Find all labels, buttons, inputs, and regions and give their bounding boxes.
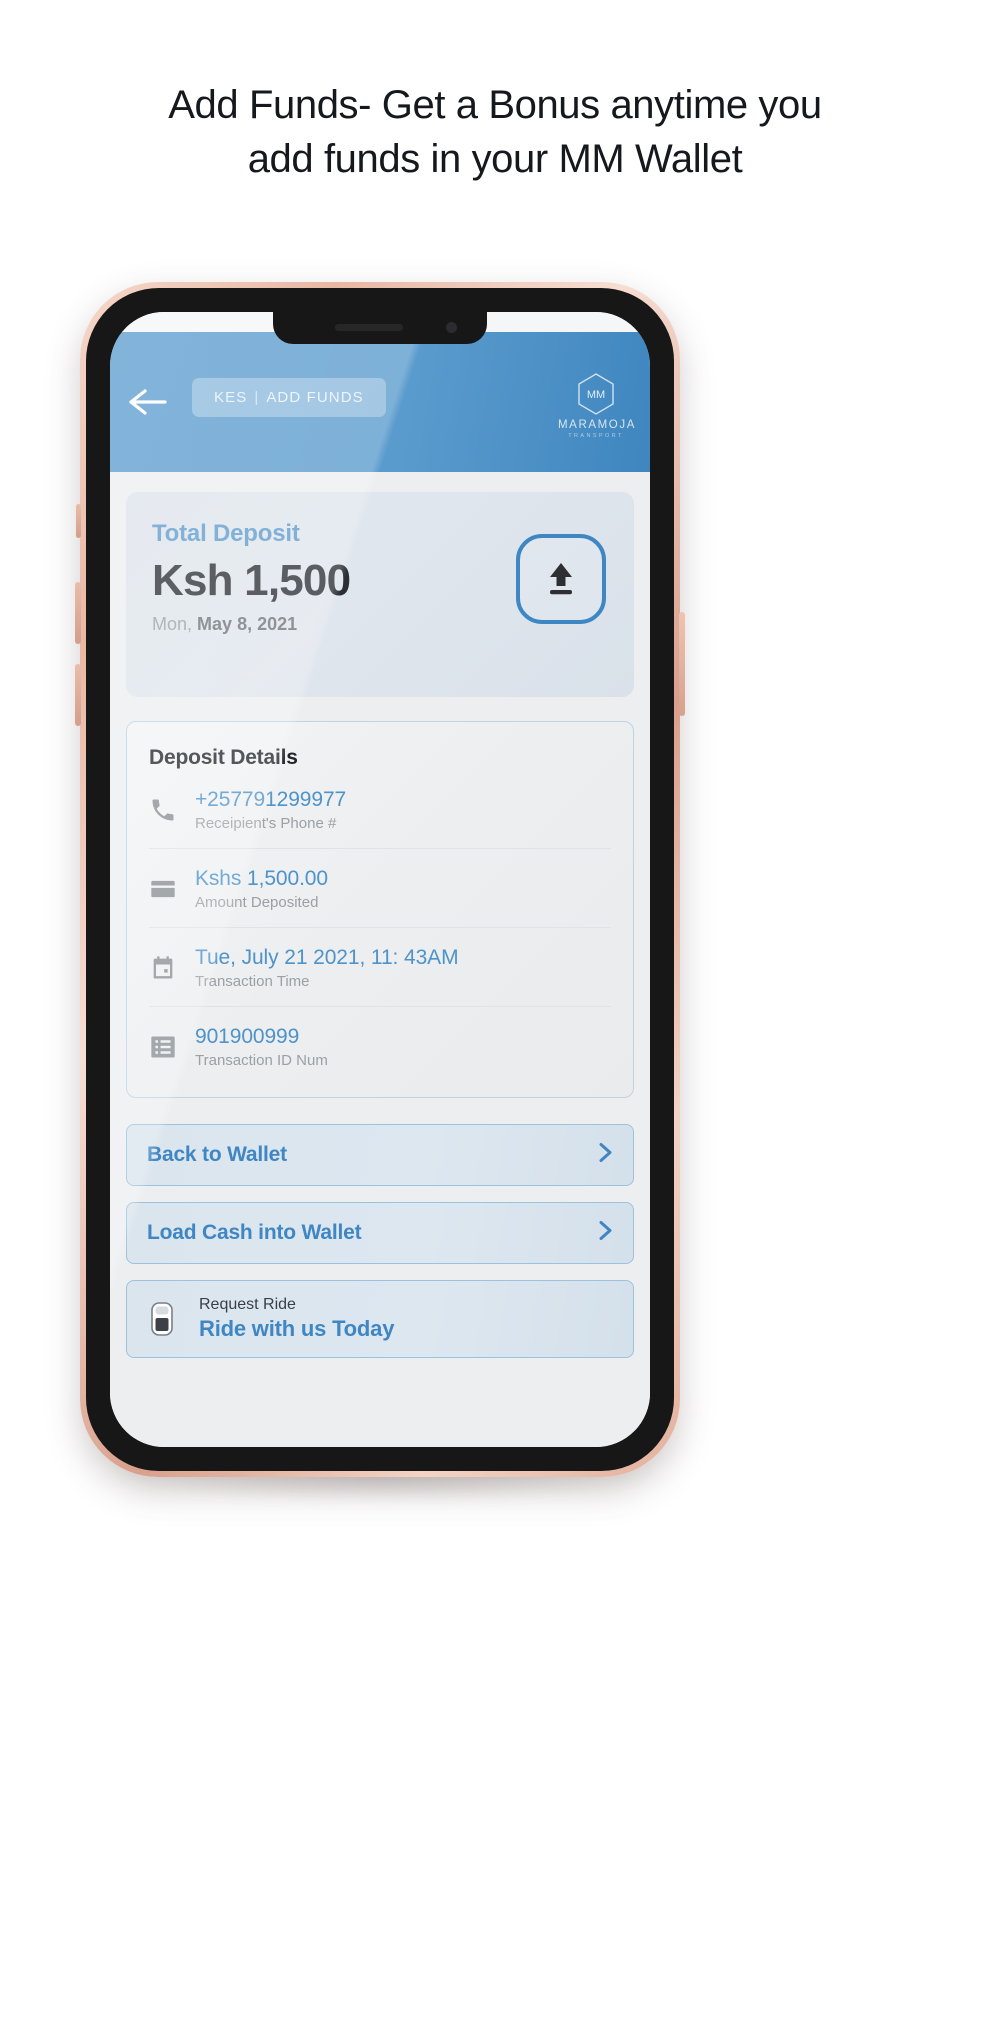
detail-label: Receipient's Phone # [195, 815, 337, 832]
app-header: KES | ADD FUNDS MM MARAMOJA TRANSPORT [110, 332, 650, 472]
action-buttons: Back to Wallet Load Cash into Wallet Req… [126, 1124, 634, 1358]
mute-switch[interactable] [76, 504, 81, 538]
deposit-date-prefix: Mon, [152, 614, 193, 634]
hexagon-logo-icon: MM [576, 372, 616, 416]
headline-line-2: add funds in your MM Wallet [247, 137, 743, 181]
card-icon [149, 875, 195, 903]
pill-action: ADD FUNDS [266, 389, 364, 406]
list-icon [149, 1033, 195, 1061]
total-deposit-card: Total Deposit Ksh 1,500 Mon, May 8, 2021 [126, 492, 634, 697]
brand-logo: MM MARAMOJA TRANSPORT [558, 372, 634, 439]
volume-up-button[interactable] [75, 582, 81, 644]
detail-label: Transaction ID Num [195, 1052, 328, 1069]
ride-title: Request Ride [199, 1296, 296, 1313]
headline-line-1: Add Funds- Get a Bonus anytime you [168, 83, 822, 127]
detail-row-transaction-id: 901900999 Transaction ID Num [149, 1007, 611, 1085]
phone-notch [273, 312, 487, 344]
app-body: Total Deposit Ksh 1,500 Mon, May 8, 2021 [110, 492, 650, 1447]
detail-row-amount: Kshs 1,500.00 Amount Deposited [149, 849, 611, 928]
front-camera-icon [446, 322, 457, 333]
page-title: Add Funds- Get a Bonus anytime you add f… [0, 78, 990, 186]
deposit-details-card: Deposit Details +257791299977 Receipient… [126, 721, 634, 1098]
load-cash-button[interactable]: Load Cash into Wallet [126, 1202, 634, 1264]
detail-row-time: Tue, July 21 2021, 11: 43AM Transaction … [149, 928, 611, 1007]
detail-value: +257791299977 [195, 788, 347, 811]
ride-text: Request Ride Ride with us Today [199, 1296, 394, 1342]
detail-value: Tue, July 21 2021, 11: 43AM [195, 946, 459, 969]
detail-row-phone: +257791299977 Receipient's Phone # [149, 770, 611, 849]
chevron-right-icon [595, 1141, 615, 1170]
deposit-details-title: Deposit Details [149, 746, 298, 769]
chevron-right-icon [595, 1219, 615, 1248]
nav-row: KES | ADD FUNDS MM MARAMOJA TRANSPORT [110, 373, 650, 439]
detail-label: Transaction Time [195, 973, 310, 990]
phone-frame: KES | ADD FUNDS MM MARAMOJA TRANSPORT To… [75, 282, 685, 1477]
upload-funds-button[interactable] [516, 534, 606, 624]
load-cash-label: Load Cash into Wallet [147, 1221, 362, 1244]
phone-mockup: KES | ADD FUNDS MM MARAMOJA TRANSPORT To… [75, 282, 690, 1502]
arrow-left-icon [129, 389, 167, 415]
poster-canvas: Add Funds- Get a Bonus anytime you add f… [0, 0, 990, 2040]
back-button[interactable] [128, 384, 168, 420]
back-to-wallet-label: Back to Wallet [147, 1143, 287, 1166]
power-button[interactable] [679, 612, 685, 716]
earpiece-speaker [335, 324, 403, 331]
request-ride-button[interactable]: Request Ride Ride with us Today [126, 1280, 634, 1358]
phone-icon [149, 796, 195, 824]
back-to-wallet-button[interactable]: Back to Wallet [126, 1124, 634, 1186]
calendar-icon [149, 954, 195, 982]
svg-text:MM: MM [587, 389, 605, 401]
currency-add-funds-pill[interactable]: KES | ADD FUNDS [192, 378, 386, 417]
upload-arrow-icon [550, 563, 572, 595]
phone-body: KES | ADD FUNDS MM MARAMOJA TRANSPORT To… [86, 288, 674, 1471]
brand-tagline: TRANSPORT [568, 433, 624, 439]
ride-subtitle: Ride with us Today [199, 1316, 395, 1341]
detail-value: 901900999 [195, 1025, 300, 1048]
pill-separator: | [254, 389, 260, 406]
car-icon [147, 1299, 199, 1339]
pill-currency: KES [214, 389, 248, 406]
brand-name: MARAMOJA [558, 419, 636, 431]
deposit-date-strong: May 8, 2021 [197, 614, 298, 634]
phone-screen: KES | ADD FUNDS MM MARAMOJA TRANSPORT To… [110, 312, 650, 1447]
detail-label: Amount Deposited [195, 894, 319, 911]
volume-down-button[interactable] [75, 664, 81, 726]
detail-value: Kshs 1,500.00 [195, 867, 328, 890]
